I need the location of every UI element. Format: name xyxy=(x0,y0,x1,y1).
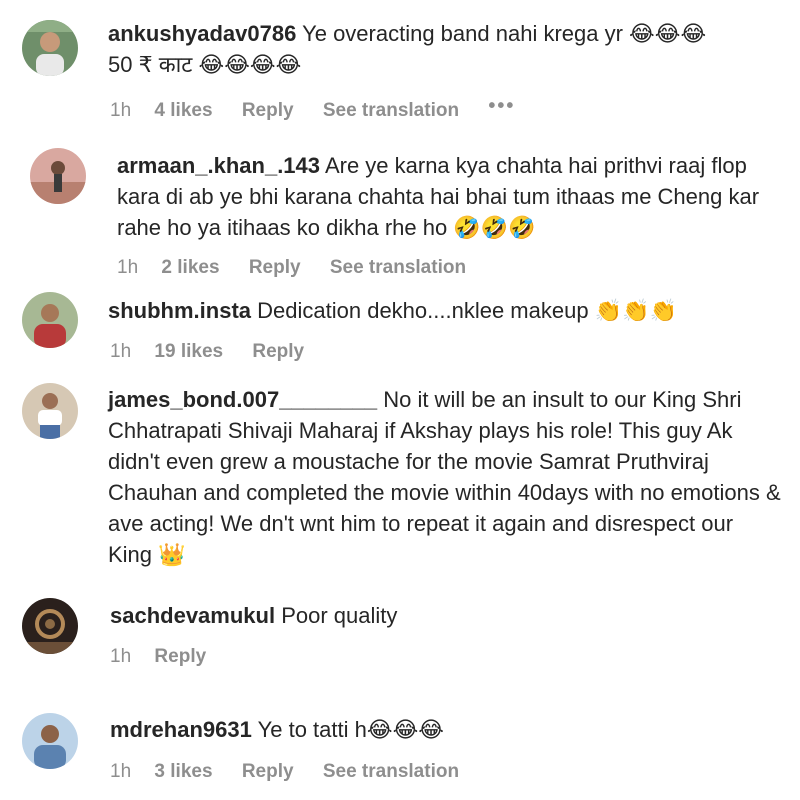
comment-meta: 1h 4 likes Reply See translation ••• xyxy=(110,95,539,122)
comment-text: Ye to tatti h xyxy=(257,717,367,742)
rolling-laughing-emoji-icon: 🤣🤣🤣 xyxy=(453,215,536,240)
more-options-icon[interactable]: ••• xyxy=(488,95,515,117)
comment-time: 1h xyxy=(110,100,132,121)
comment-text: No it will be an insult to our King Shri… xyxy=(108,387,781,567)
reply-button[interactable]: Reply xyxy=(252,341,304,362)
likes-count[interactable]: 4 likes xyxy=(154,100,212,121)
comment-body: ankushyadav0786 Ye overacting band nahi … xyxy=(108,18,782,80)
laughing-emoji-icon: 😂😂😂 xyxy=(366,717,444,742)
see-translation-link[interactable]: See translation xyxy=(323,761,459,782)
comment-meta: 1h 2 likes Reply See translation xyxy=(117,257,490,279)
avatar[interactable] xyxy=(22,292,78,348)
comment-time: 1h xyxy=(110,341,132,362)
comment-body: shubhm.insta Dedication dekho....nklee m… xyxy=(108,295,782,326)
comment-body: armaan_.khan_.143 Are ye karna kya chaht… xyxy=(117,150,782,243)
comment-body: sachdevamukul Poor quality xyxy=(110,600,782,631)
laughing-emoji-icon: 😂😂😂😂 xyxy=(198,52,302,77)
laughing-emoji-icon: 😂😂😂 xyxy=(629,21,707,46)
comment-text: Ye overacting band nahi krega yr xyxy=(302,21,623,46)
avatar[interactable] xyxy=(22,20,78,76)
comment-meta: 1h 3 likes Reply See translation xyxy=(110,761,483,783)
comment-username[interactable]: shubhm.insta xyxy=(108,298,251,323)
reply-button[interactable]: Reply xyxy=(249,257,301,278)
comment-text: Dedication dekho....nklee makeup xyxy=(257,298,589,323)
crown-emoji-icon: 👑 xyxy=(158,542,186,567)
comment-meta: 1h Reply xyxy=(110,646,230,668)
likes-count[interactable]: 2 likes xyxy=(161,257,219,278)
comment-username[interactable]: sachdevamukul xyxy=(110,603,275,628)
comment-time: 1h xyxy=(110,646,132,667)
comment-username[interactable]: ankushyadav0786 xyxy=(108,21,296,46)
comment-username[interactable]: armaan_.khan_.143 xyxy=(117,153,320,178)
avatar[interactable] xyxy=(30,148,86,204)
reply-button[interactable]: Reply xyxy=(242,100,294,121)
avatar[interactable] xyxy=(22,713,78,769)
see-translation-link[interactable]: See translation xyxy=(323,100,459,121)
comment-time: 1h xyxy=(117,257,139,278)
see-translation-link[interactable]: See translation xyxy=(330,257,466,278)
avatar[interactable] xyxy=(22,383,78,439)
comment-time: 1h xyxy=(110,761,132,782)
comment-text: Poor quality xyxy=(281,603,398,628)
comment-body: mdrehan9631 Ye to tatti h😂😂😂 xyxy=(110,714,782,745)
likes-count[interactable]: 3 likes xyxy=(154,761,212,782)
reply-button[interactable]: Reply xyxy=(154,646,206,667)
comment-username[interactable]: mdrehan9631 xyxy=(110,717,252,742)
clapping-emoji-icon: 👏👏👏 xyxy=(594,298,677,323)
likes-count[interactable]: 19 likes xyxy=(154,341,223,362)
reply-button[interactable]: Reply xyxy=(242,761,294,782)
avatar[interactable] xyxy=(22,598,78,654)
comment-body: james_bond.007________ No it will be an … xyxy=(108,384,782,570)
comment-username[interactable]: james_bond.007________ xyxy=(108,387,377,412)
comment-text-line2: 50 ₹ काट xyxy=(108,52,193,77)
comment-meta: 1h 19 likes Reply xyxy=(110,341,328,363)
